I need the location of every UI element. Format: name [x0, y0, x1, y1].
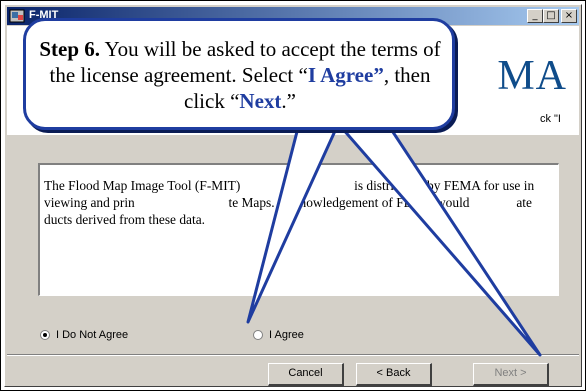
callout-text: Step 6. You will be asked to accept the …	[30, 36, 450, 114]
pointer-next	[333, 118, 542, 357]
callout-step: Step 6.	[39, 37, 101, 61]
callout-agree-word: I Agree”	[307, 63, 384, 87]
callout-next-word: Next	[239, 89, 282, 113]
callout-text-3: .”	[281, 89, 296, 113]
pointer-agree	[246, 118, 342, 324]
